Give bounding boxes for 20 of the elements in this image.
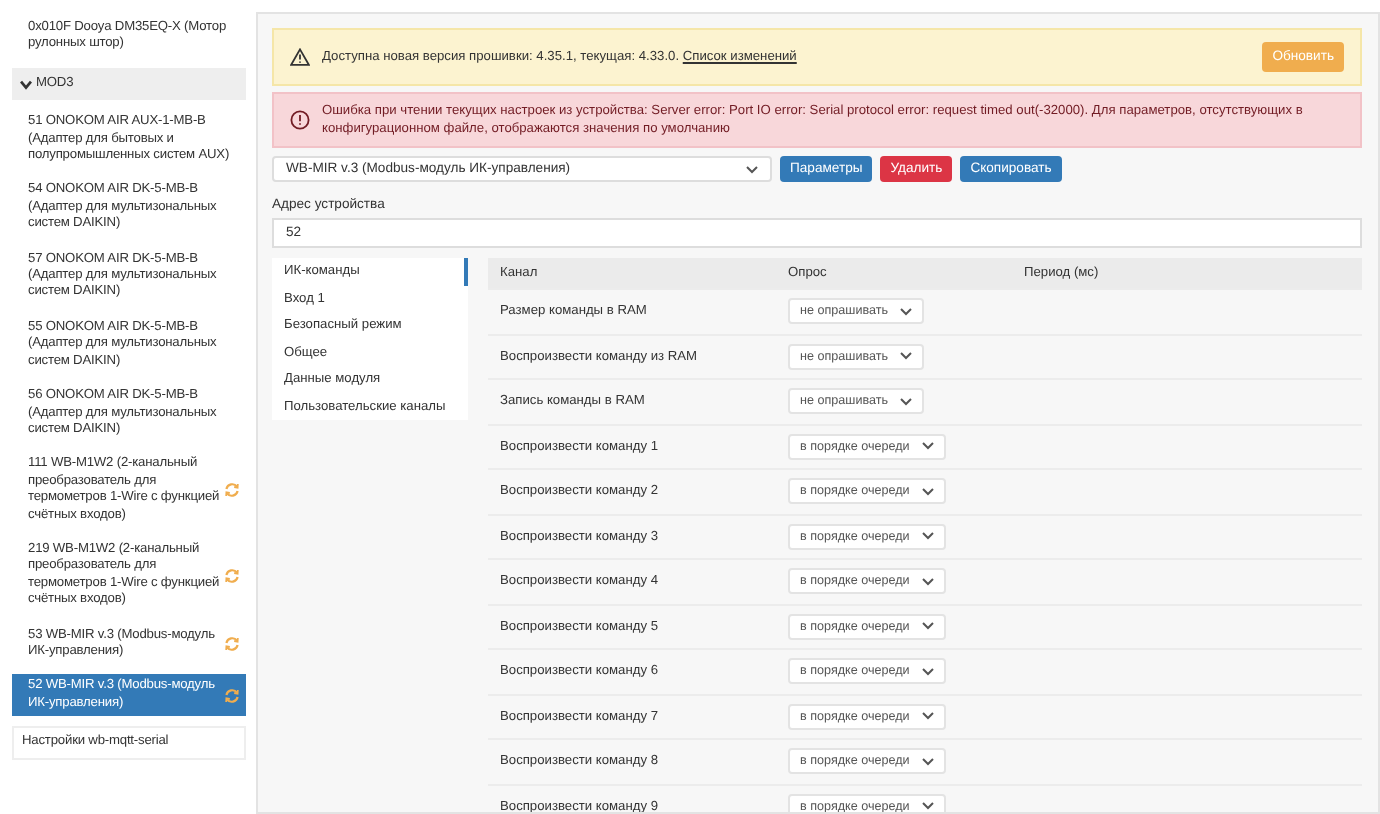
chevron-icon	[921, 622, 934, 631]
chevron-icon	[20, 79, 32, 90]
chevron-icon	[921, 757, 934, 766]
chevron-icon	[921, 532, 934, 541]
chevron-icon	[921, 487, 934, 496]
chevron-icon	[746, 165, 758, 173]
chevron-icon	[921, 577, 934, 586]
chevron-icon	[921, 667, 934, 676]
chevron-icon	[921, 802, 934, 811]
error-icon	[290, 110, 310, 130]
chevron-icon	[900, 352, 913, 361]
chevron-icon	[921, 442, 934, 451]
sync-icon	[224, 482, 240, 499]
chevron-icon	[900, 397, 913, 406]
chevron-icon	[900, 307, 913, 316]
sync-icon	[224, 567, 240, 584]
sync-icon	[224, 635, 240, 652]
warning-icon	[290, 48, 310, 66]
chevron-icon	[921, 712, 934, 721]
sync-icon	[224, 687, 240, 704]
